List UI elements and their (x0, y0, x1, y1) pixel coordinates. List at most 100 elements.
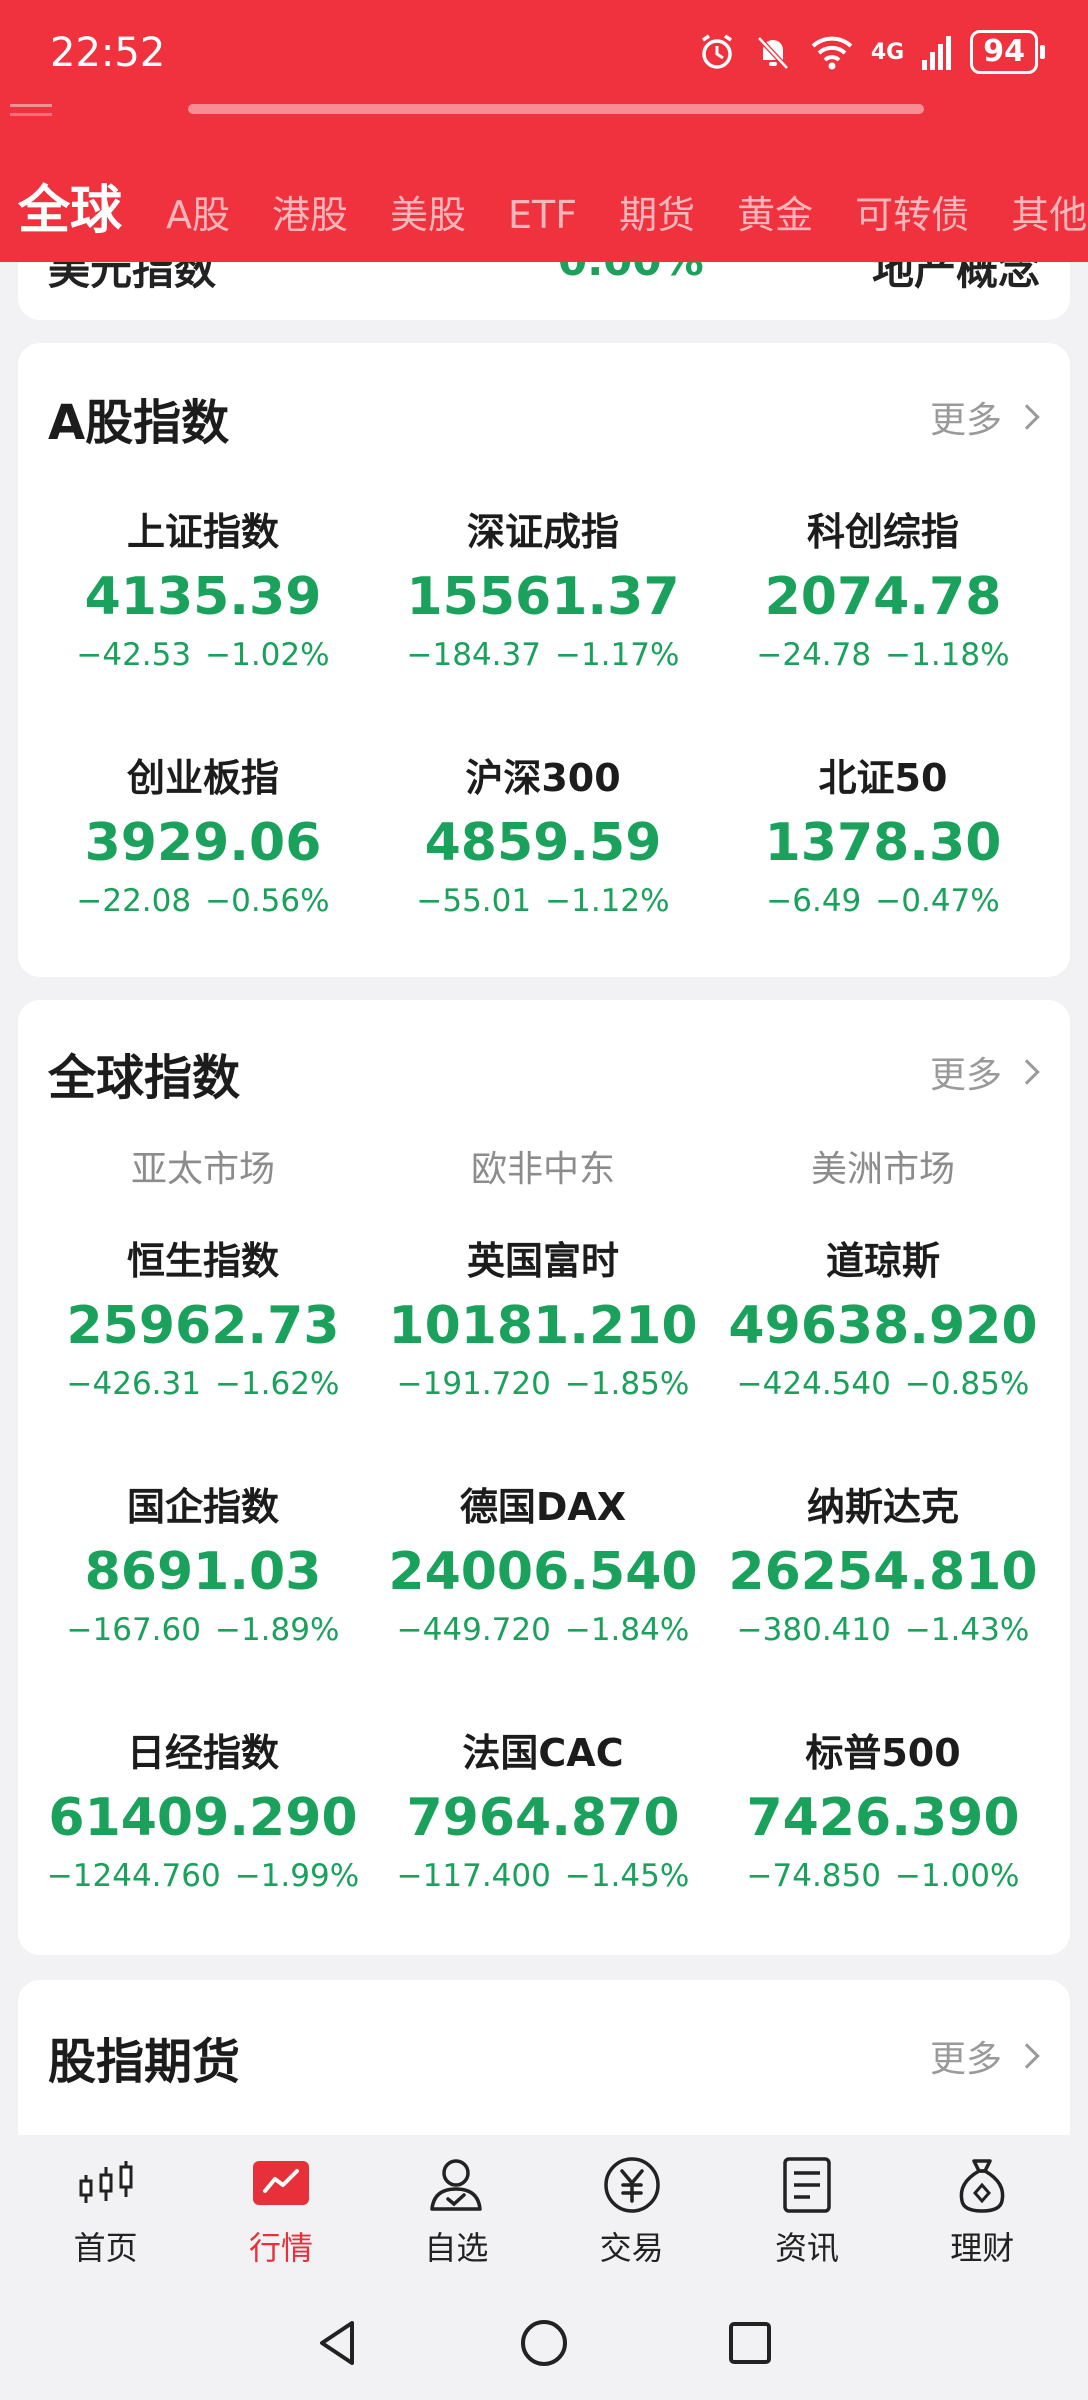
region-emea: 欧非中东 (470, 1149, 615, 1190)
yuan-coin-icon (603, 2157, 660, 2213)
home-circle-icon[interactable] (516, 2315, 572, 2371)
index-cell-hsi[interactable]: 恒生指数 25962.73 −426.31 −1.62% (33, 1232, 373, 1478)
tab-hk[interactable]: 港股 (272, 184, 348, 239)
status-icons: 4G 94 (697, 30, 1045, 74)
index-name: 上证指数 (126, 510, 279, 554)
market-tabs: 全球 A股 港股 美股 ETF 期货 黄金 可转债 其他 (18, 168, 1088, 243)
index-change: −74.850 −1.00% (746, 1858, 1020, 1894)
chevron-right-icon (1014, 404, 1040, 430)
index-change: −424.540 −0.85% (736, 1366, 1030, 1402)
nav-trade[interactable]: 交易 (544, 2135, 719, 2285)
tab-convertible[interactable]: 可转债 (855, 184, 969, 239)
index-name: 沪深300 (465, 756, 621, 800)
index-value: 26254.810 (728, 1542, 1038, 1602)
tab-gold[interactable]: 黄金 (737, 184, 813, 239)
index-name: 创业板指 (126, 756, 279, 800)
index-value: 15561.37 (406, 567, 680, 627)
tab-other[interactable]: 其他 (1011, 184, 1087, 239)
nav-market[interactable]: 行情 (193, 2135, 368, 2285)
a-share-grid: 上证指数 4135.39 −42.53 −1.02% 深证成指 15561.37 … (18, 503, 1070, 995)
nav-watchlist[interactable]: 自选 (369, 2135, 544, 2285)
index-change: −167.60 −1.89% (66, 1612, 340, 1648)
region-americas: 美洲市场 (810, 1149, 955, 1190)
nav-news[interactable]: 资讯 (719, 2135, 894, 2285)
more-label: 更多 (929, 2039, 1002, 2080)
index-cell-chinext[interactable]: 创业板指 3929.06 −22.08 −0.56% (33, 749, 373, 995)
back-icon[interactable] (310, 2315, 366, 2371)
index-value: 8691.03 (84, 1542, 322, 1602)
index-value: 24006.540 (388, 1542, 698, 1602)
index-cell-nasdaq[interactable]: 纳斯达克 26254.810 −380.410 −1.43% (713, 1478, 1053, 1724)
index-cell-hscei[interactable]: 国企指数 8691.03 −167.60 −1.89% (33, 1478, 373, 1724)
nav-label: 自选 (424, 2229, 489, 2267)
index-value: 25962.73 (66, 1296, 340, 1356)
index-name: 深证成指 (466, 510, 619, 554)
index-cell-ftse[interactable]: 英国富时 10181.210 −191.720 −1.85% (373, 1232, 713, 1478)
index-name: 道琼斯 (825, 1239, 940, 1283)
bottom-nav: 首页 行情 自选 交易 资讯 理财 (0, 2135, 1088, 2285)
futures-more-button[interactable]: 更多 (929, 2030, 1040, 2082)
candlestick-icon (79, 2161, 133, 2203)
index-name: 科创综指 (806, 510, 959, 554)
index-value: 4135.39 (84, 567, 322, 627)
nav-wealth[interactable]: 理财 (895, 2135, 1070, 2285)
global-title: 全球指数 (48, 1050, 241, 1106)
index-name: 标普500 (805, 1731, 961, 1775)
index-change: −426.31 −1.62% (66, 1366, 340, 1402)
global-more-button[interactable]: 更多 (930, 1046, 1040, 1098)
wifi-icon (811, 36, 853, 70)
market-chart-icon (252, 2161, 309, 2205)
news-document-icon (783, 2157, 831, 2213)
index-cell-dax[interactable]: 德国DAX 24006.540 −449.720 −1.84% (373, 1478, 713, 1724)
index-cell-bse50[interactable]: 北证50 1378.30 −6.49 −0.47% (713, 749, 1053, 995)
nav-label: 行情 (248, 2229, 313, 2267)
index-value: 4859.59 (424, 813, 662, 873)
tab-etf[interactable]: ETF (508, 193, 577, 237)
app-header: 22:52 4G 94 全球 A股 港股 美股 ETF 期货 黄金 可转债 其他 (0, 0, 1088, 262)
global-index-card: 全球指数 更多 亚太市场 欧非中东 美洲市场 恒生指数 25962.73 −42… (18, 1000, 1070, 1955)
drag-handle (10, 104, 52, 116)
system-nav-bar (0, 2285, 1088, 2400)
recents-square-icon[interactable] (722, 2315, 778, 2371)
index-cell-cac[interactable]: 法国CAC 7964.870 −117.400 −1.45% (373, 1724, 713, 1970)
signal-icon (922, 36, 952, 70)
index-cell-star[interactable]: 科创综指 2074.78 −24.78 −1.18% (713, 503, 1053, 749)
index-cell-sp500[interactable]: 标普500 7426.390 −74.850 −1.00% (713, 1724, 1053, 1970)
index-name: 恒生指数 (126, 1239, 279, 1283)
futures-card: 股指期货 更多 (18, 1980, 1070, 2135)
index-value: 7426.390 (746, 1788, 1020, 1848)
index-value: 10181.210 (388, 1296, 698, 1356)
index-cell-sse[interactable]: 上证指数 4135.39 −42.53 −1.02% (33, 503, 373, 749)
a-share-card: A股指数 更多 上证指数 4135.39 −42.53 −1.02% 深证成指 1… (18, 343, 1070, 977)
index-change: −42.53 −1.02% (76, 637, 330, 673)
a-share-title: A股指数 (48, 395, 230, 451)
nav-label: 资讯 (774, 2229, 839, 2267)
scroll-indicator (188, 104, 924, 114)
index-change: −1244.760 −1.99% (46, 1858, 360, 1894)
battery-indicator: 94 (970, 30, 1045, 74)
index-change: −22.08 −0.56% (76, 883, 330, 919)
region-asia-pacific: 亚太市场 (130, 1149, 275, 1190)
index-cell-nikkei[interactable]: 日经指数 61409.290 −1244.760 −1.99% (33, 1724, 373, 1970)
index-name: 英国富时 (466, 1239, 619, 1283)
nav-label: 首页 (73, 2229, 138, 2267)
index-name: 北证50 (818, 756, 948, 800)
global-grid: 恒生指数 25962.73 −426.31 −1.62% 英国富时 10181.2… (18, 1232, 1070, 1970)
tab-futures[interactable]: 期货 (619, 184, 695, 239)
index-name: 德国DAX (459, 1485, 627, 1529)
index-cell-csi300[interactable]: 沪深300 4859.59 −55.01 −1.12% (373, 749, 713, 995)
tab-global[interactable]: 全球 (18, 168, 122, 243)
user-watchlist-icon (430, 2159, 483, 2211)
tab-us[interactable]: 美股 (390, 184, 466, 239)
futures-title: 股指期货 (48, 2034, 241, 2090)
tab-a-share[interactable]: A股 (166, 184, 230, 239)
money-bag-icon (959, 2159, 1005, 2213)
chevron-right-icon (1014, 2043, 1040, 2069)
index-value: 3929.06 (84, 813, 322, 873)
more-label: 更多 (929, 400, 1002, 441)
nav-home[interactable]: 首页 (18, 2135, 193, 2285)
index-cell-szse[interactable]: 深证成指 15561.37 −184.37 −1.17% (373, 503, 713, 749)
nav-label: 交易 (599, 2229, 664, 2267)
a-share-more-button[interactable]: 更多 (929, 391, 1040, 443)
index-cell-dow[interactable]: 道琼斯 49638.920 −424.540 −0.85% (713, 1232, 1053, 1478)
